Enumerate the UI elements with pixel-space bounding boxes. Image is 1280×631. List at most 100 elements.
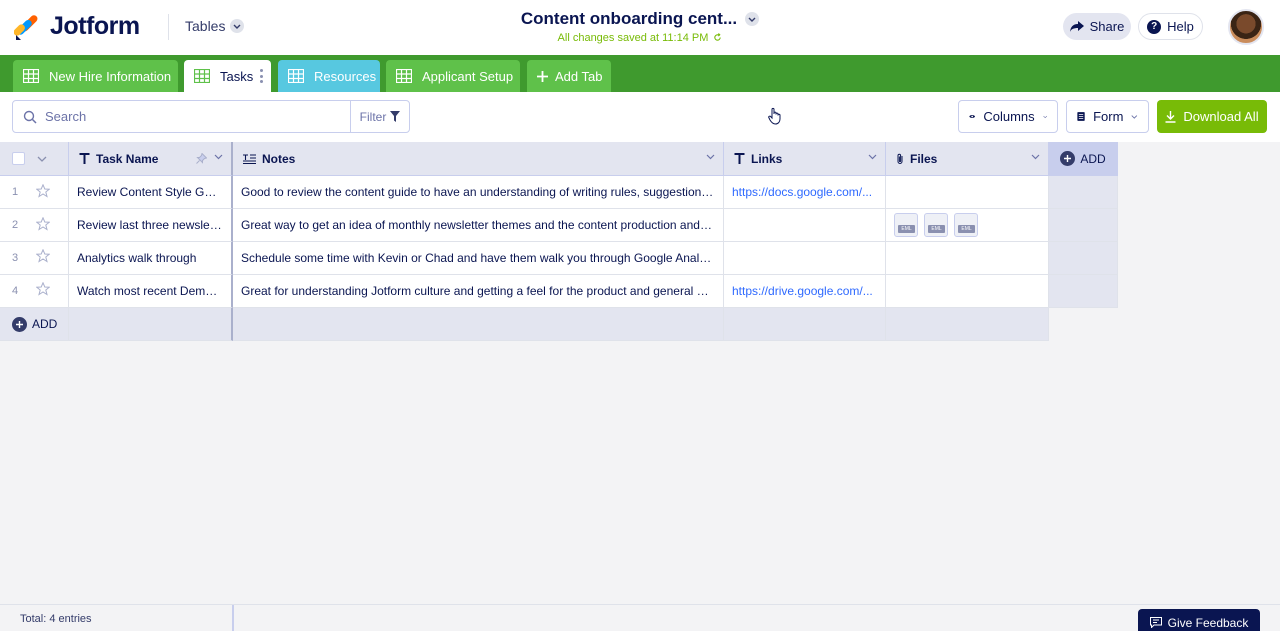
chevron-down-icon[interactable] bbox=[745, 12, 760, 26]
files-cell[interactable] bbox=[886, 275, 1049, 308]
add-column-spacer bbox=[1049, 242, 1118, 275]
task-name-text: Watch most recent Demo ... bbox=[77, 284, 226, 298]
columns-button[interactable]: Columns bbox=[958, 100, 1058, 133]
add-column-button[interactable]: ADD bbox=[1049, 142, 1118, 176]
text-type-icon bbox=[734, 153, 745, 164]
add-tab-label: Add Tab bbox=[555, 68, 603, 84]
task-name-cell[interactable]: Watch most recent Demo ... bbox=[69, 275, 233, 308]
task-name-text: Review last three newsletter bbox=[77, 218, 228, 232]
link-cell[interactable]: https://drive.google.com/... bbox=[724, 275, 886, 308]
refresh-icon bbox=[714, 33, 722, 41]
footer: Total: 4 entries Give Feedback bbox=[0, 604, 1280, 631]
search-box: Filter bbox=[12, 100, 410, 133]
eml-file-icon[interactable]: EML bbox=[954, 213, 978, 237]
notes-text: Good to review the content guide to have… bbox=[241, 185, 724, 199]
notes-cell[interactable]: Schedule some time with Kevin or Chad an… bbox=[233, 242, 724, 275]
tab-applicant-setup[interactable]: Applicant Setup bbox=[386, 60, 520, 92]
help-icon: ? bbox=[1147, 19, 1162, 34]
row-index: 1 bbox=[0, 176, 69, 209]
share-arrow-icon bbox=[1069, 21, 1084, 32]
tab-options-icon[interactable] bbox=[260, 69, 263, 83]
help-button[interactable]: ? Help bbox=[1138, 13, 1203, 40]
task-name-cell[interactable]: Review last three newsletter bbox=[69, 209, 233, 242]
eml-file-icon[interactable]: EML bbox=[894, 213, 918, 237]
add-column-spacer bbox=[1049, 176, 1118, 209]
tab-label: Tasks bbox=[220, 68, 254, 84]
eml-file-icon[interactable]: EML bbox=[924, 213, 948, 237]
pin-icon[interactable] bbox=[196, 153, 207, 164]
give-feedback-button[interactable]: Give Feedback bbox=[1138, 609, 1260, 631]
total-entries: Total: 4 entries bbox=[20, 613, 92, 625]
link-cell[interactable] bbox=[724, 209, 886, 242]
link-cell[interactable]: https://docs.google.com/... bbox=[724, 176, 886, 209]
notes-cell[interactable]: Great for understanding Jotform culture … bbox=[233, 275, 724, 308]
star-icon[interactable] bbox=[36, 249, 50, 263]
column-label: Task Name bbox=[96, 151, 159, 166]
chevron-down-icon[interactable] bbox=[706, 154, 715, 160]
row-number: 3 bbox=[12, 252, 19, 264]
task-name-cell[interactable]: Analytics walk through bbox=[69, 242, 233, 275]
file-type-label: EML bbox=[928, 225, 945, 233]
tab-new-hire-information[interactable]: New Hire Information bbox=[13, 60, 178, 92]
add-row-filler bbox=[724, 308, 886, 341]
column-header-links[interactable]: Links bbox=[724, 142, 886, 176]
notes-cell[interactable]: Great way to get an idea of monthly news… bbox=[233, 209, 724, 242]
filter-label: Filter bbox=[359, 109, 387, 124]
link-cell[interactable] bbox=[724, 242, 886, 275]
download-all-button[interactable]: Download All bbox=[1157, 100, 1267, 133]
files-cell[interactable] bbox=[886, 176, 1049, 209]
search-icon bbox=[23, 110, 37, 124]
column-header-task-name[interactable]: Task Name bbox=[69, 142, 233, 176]
user-avatar[interactable] bbox=[1228, 9, 1264, 45]
add-row-label: ADD bbox=[32, 317, 58, 331]
link-text[interactable]: https://drive.google.com/... bbox=[732, 284, 873, 298]
chevron-down-icon[interactable] bbox=[1031, 154, 1040, 160]
table-icon bbox=[194, 69, 210, 83]
row-index: 3 bbox=[0, 242, 69, 275]
link-text[interactable]: https://docs.google.com/... bbox=[732, 185, 872, 199]
add-column-label: ADD bbox=[1080, 151, 1106, 166]
search-input[interactable] bbox=[37, 101, 350, 132]
star-icon[interactable] bbox=[36, 184, 50, 198]
task-name-cell[interactable]: Review Content Style Guide bbox=[69, 176, 233, 209]
files-cell[interactable]: EML EML EML bbox=[886, 209, 1049, 242]
download-icon bbox=[1165, 110, 1176, 123]
download-label: Download All bbox=[1183, 109, 1259, 124]
form-icon bbox=[1077, 112, 1085, 121]
select-all-checkbox[interactable] bbox=[12, 152, 25, 165]
form-button[interactable]: Form bbox=[1066, 100, 1149, 133]
add-row-button[interactable]: ADD bbox=[0, 308, 69, 341]
star-icon[interactable] bbox=[36, 282, 50, 296]
share-label: Share bbox=[1089, 19, 1125, 34]
long-text-icon bbox=[243, 153, 256, 164]
chevron-down-icon[interactable] bbox=[214, 154, 223, 160]
add-column-spacer bbox=[1049, 209, 1118, 242]
add-column-spacer bbox=[1049, 275, 1118, 308]
tab-resources[interactable]: Resources bbox=[278, 60, 380, 92]
star-icon[interactable] bbox=[36, 217, 50, 231]
column-header-notes[interactable]: Notes bbox=[233, 142, 724, 176]
column-label: Files bbox=[910, 151, 938, 166]
chevron-down-icon[interactable] bbox=[868, 154, 877, 160]
chevron-down-icon[interactable] bbox=[37, 156, 47, 162]
row-number: 4 bbox=[12, 285, 19, 297]
files-cell[interactable] bbox=[886, 242, 1049, 275]
document-title-text: Content onboarding cent... bbox=[520, 9, 738, 28]
plus-circle-icon bbox=[12, 316, 27, 332]
notes-text: Great way to get an idea of monthly news… bbox=[241, 218, 724, 232]
table-icon bbox=[288, 69, 304, 83]
add-tab-button[interactable]: Add Tab bbox=[527, 60, 611, 92]
tab-label: Resources bbox=[314, 68, 377, 84]
document-title[interactable]: Content onboarding cent... bbox=[520, 9, 760, 29]
tab-bar: New Hire Information Tasks Resources App… bbox=[0, 55, 1280, 92]
tab-tasks[interactable]: Tasks bbox=[184, 60, 271, 92]
select-all-header bbox=[0, 142, 69, 176]
share-button[interactable]: Share bbox=[1063, 13, 1131, 40]
column-header-files[interactable]: Files bbox=[886, 142, 1049, 176]
filter-button[interactable]: Filter bbox=[350, 101, 409, 132]
plus-icon bbox=[537, 70, 548, 82]
row-number: 1 bbox=[12, 186, 19, 198]
toolbar: Filter Columns Form Download All bbox=[0, 92, 1280, 142]
notes-cell[interactable]: Good to review the content guide to have… bbox=[233, 176, 724, 209]
row-number: 2 bbox=[12, 219, 19, 231]
